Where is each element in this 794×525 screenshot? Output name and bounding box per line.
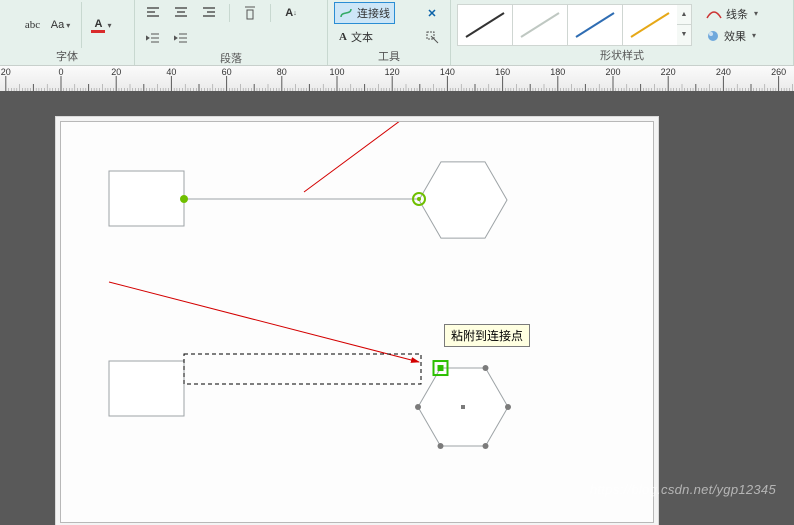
- svg-text:0: 0: [58, 67, 63, 77]
- separator: [270, 4, 271, 22]
- align-left-button[interactable]: [141, 2, 165, 24]
- line-style-button[interactable]: 线条▾: [706, 6, 758, 22]
- style-swatch-4[interactable]: [622, 4, 678, 46]
- ribbon-group-font: abc Aa▾ A▾ 字体: [0, 0, 135, 65]
- style-swatch-2[interactable]: [512, 4, 568, 46]
- shape-hexagon[interactable]: [419, 162, 507, 238]
- annotation-arrow: [304, 122, 439, 192]
- line-icon: [706, 8, 722, 20]
- effects-button[interactable]: 效果▾: [706, 28, 758, 44]
- svg-text:160: 160: [495, 67, 510, 77]
- connector-endpoint[interactable]: [180, 195, 188, 203]
- svg-text:260: 260: [771, 67, 786, 77]
- align-right-button[interactable]: [197, 2, 221, 24]
- text-direction-button[interactable]: A↓: [279, 2, 303, 24]
- crop-button[interactable]: [420, 26, 444, 48]
- shape-rectangle[interactable]: [109, 171, 184, 226]
- drawing-canvas[interactable]: [61, 122, 653, 522]
- connector-label: 连接线: [357, 5, 390, 21]
- font-color-button[interactable]: A▾: [90, 14, 114, 36]
- drag-preview: [184, 354, 421, 384]
- line-style-label: 线条: [726, 6, 748, 22]
- work-area: 粘附到连接点 https://blog.csdn.net/ygp12345: [0, 91, 794, 505]
- group-label-paragraph: 段落: [220, 50, 242, 66]
- ribbon-group-shape-styles: ▲ ▼ 线条▾ 效果▾ 形状样式: [451, 0, 794, 65]
- svg-text:80: 80: [277, 67, 287, 77]
- snap-indicator-dot: [438, 365, 444, 371]
- group-label-font: 字体: [56, 48, 78, 64]
- style-swatch-1[interactable]: [457, 4, 513, 46]
- text-tool-label: 文本: [351, 29, 373, 45]
- effects-icon: [706, 29, 720, 43]
- svg-text:60: 60: [222, 67, 232, 77]
- selection-handle[interactable]: [505, 404, 511, 410]
- svg-text:200: 200: [605, 67, 620, 77]
- separator: [81, 2, 82, 48]
- gallery-expand[interactable]: ▲ ▼: [677, 4, 692, 46]
- drawing-page[interactable]: 粘附到连接点: [60, 121, 654, 523]
- align-top-button[interactable]: [238, 2, 262, 24]
- watermark: https://blog.csdn.net/ygp12345: [590, 482, 776, 497]
- svg-text:180: 180: [550, 67, 565, 77]
- shape-rectangle[interactable]: [109, 361, 184, 416]
- group-label-tools: 工具: [378, 48, 400, 64]
- selection-handle[interactable]: [483, 443, 489, 449]
- snap-tooltip: 粘附到连接点: [444, 324, 530, 347]
- svg-text:240: 240: [716, 67, 731, 77]
- separator: [229, 4, 230, 22]
- annotation-arrow: [109, 282, 419, 362]
- connector-button[interactable]: 连接线: [334, 2, 395, 24]
- shape-style-side: 线条▾ 效果▾: [696, 6, 758, 44]
- text-icon: A: [339, 31, 347, 43]
- svg-text:120: 120: [385, 67, 400, 77]
- connector-icon: [339, 7, 353, 19]
- svg-text:20: 20: [111, 67, 121, 77]
- style-swatch-3[interactable]: [567, 4, 623, 46]
- style-gallery[interactable]: ▲ ▼: [457, 4, 692, 46]
- effects-label: 效果: [724, 28, 746, 44]
- decrease-indent-button[interactable]: [141, 28, 165, 50]
- selection-handle[interactable]: [483, 365, 489, 371]
- align-center-button[interactable]: [169, 2, 193, 24]
- svg-text:100: 100: [329, 67, 344, 77]
- ribbon-group-tools: 连接线 ✕ A 文本 工具: [328, 0, 451, 65]
- text-highlight-button[interactable]: abc: [21, 14, 45, 36]
- horizontal-ruler[interactable]: 20020406080100120140160180200220240260: [0, 66, 794, 93]
- group-label-shape-styles: 形状样式: [600, 47, 644, 63]
- connector-endpoint-dot: [417, 197, 421, 201]
- text-tool-button[interactable]: A 文本: [334, 26, 378, 48]
- selection-handle-center[interactable]: [461, 405, 465, 409]
- change-case-button[interactable]: Aa▾: [49, 14, 73, 36]
- selection-handle[interactable]: [415, 404, 421, 410]
- svg-text:40: 40: [166, 67, 176, 77]
- crop-icon: [425, 30, 439, 44]
- selection-handle[interactable]: [438, 443, 444, 449]
- increase-indent-button[interactable]: [169, 28, 193, 50]
- svg-text:20: 20: [1, 67, 11, 77]
- close-pane-button[interactable]: ✕: [420, 2, 444, 24]
- ribbon-group-paragraph: A↓ 段落: [135, 0, 328, 65]
- ribbon: abc Aa▾ A▾ 字体 A↓ 段落: [0, 0, 794, 66]
- svg-text:140: 140: [440, 67, 455, 77]
- svg-text:220: 220: [661, 67, 676, 77]
